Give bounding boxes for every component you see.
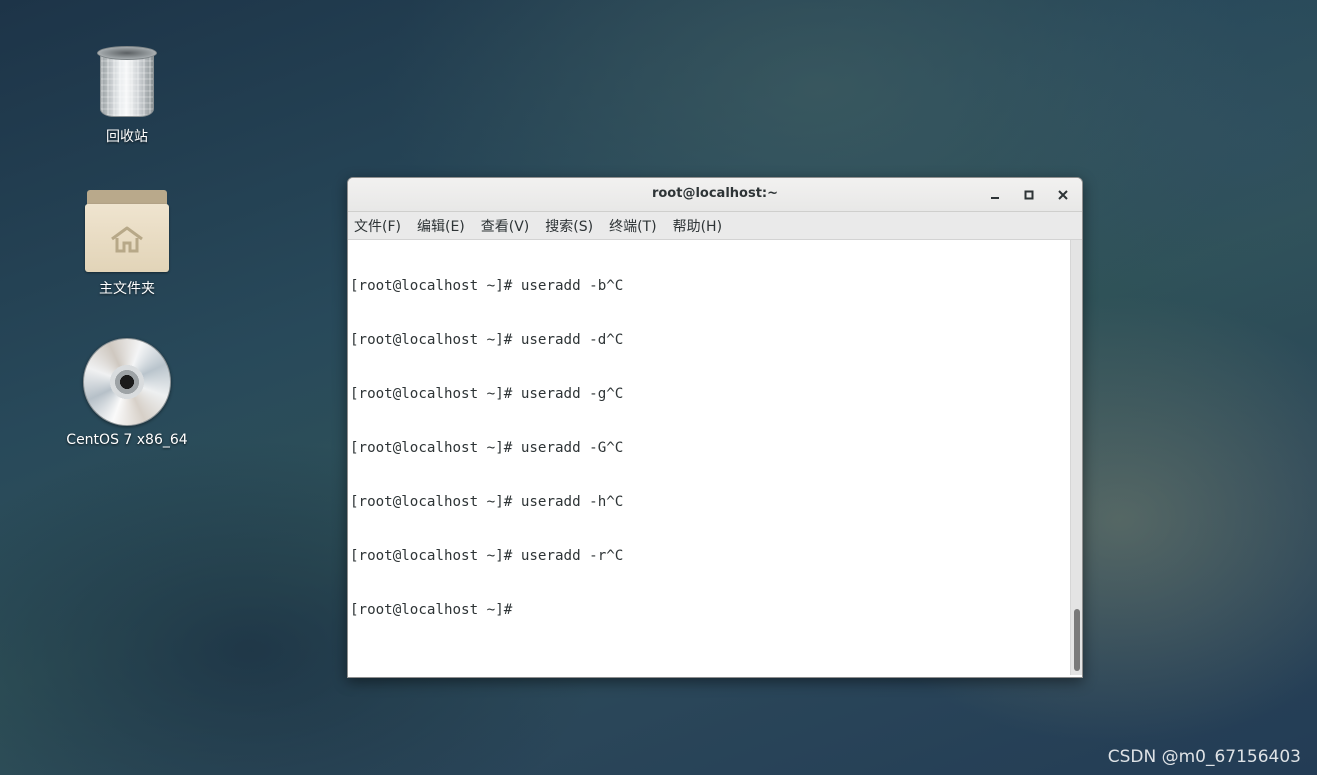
menu-file[interactable]: 文件(F) xyxy=(354,216,401,236)
menu-terminal[interactable]: 终端(T) xyxy=(609,216,656,236)
menu-help[interactable]: 帮助(H) xyxy=(673,216,722,236)
terminal-prompt-line: [root@localhost ~]# xyxy=(350,602,513,618)
desktop-icon-home-folder[interactable]: 主文件夹 xyxy=(62,190,192,298)
terminal-line: [root@localhost ~]# useradd -G^C xyxy=(350,440,624,456)
terminal-window[interactable]: root@localhost:~ 文件(F) 编辑(E) 查看(V) 搜索(S)… xyxy=(347,177,1083,678)
home-folder-icon xyxy=(85,190,169,272)
terminal-output-area[interactable]: [root@localhost ~]# useradd -b^C [root@l… xyxy=(348,240,1082,675)
close-icon xyxy=(1058,190,1068,200)
terminal-line: [root@localhost ~]# useradd -r^C xyxy=(350,548,624,564)
minimize-button[interactable] xyxy=(984,184,1006,206)
desktop-icon-label: CentOS 7 x86_64 xyxy=(66,432,188,448)
maximize-icon xyxy=(1024,190,1034,200)
terminal-line: [root@localhost ~]# useradd -d^C xyxy=(350,332,624,348)
scrollbar[interactable] xyxy=(1070,240,1082,675)
close-button[interactable] xyxy=(1052,184,1074,206)
menu-bar: 文件(F) 编辑(E) 查看(V) 搜索(S) 终端(T) 帮助(H) xyxy=(348,212,1082,240)
desktop-icon-trash[interactable]: 回收站 xyxy=(62,46,192,146)
desktop-icon-centos-disc[interactable]: CentOS 7 x86_64 xyxy=(62,338,192,448)
terminal-output: [root@localhost ~]# useradd -b^C [root@l… xyxy=(350,241,1066,655)
disc-icon xyxy=(83,338,171,426)
menu-search[interactable]: 搜索(S) xyxy=(545,216,593,236)
desktop-icon-label: 回收站 xyxy=(106,129,148,145)
minimize-icon xyxy=(991,197,999,199)
terminal-line: [root@localhost ~]# useradd -g^C xyxy=(350,386,624,402)
watermark: CSDN @m0_67156403 xyxy=(1107,747,1301,767)
trash-icon xyxy=(97,46,157,120)
terminal-line: [root@localhost ~]# useradd -h^C xyxy=(350,494,624,510)
terminal-line: [root@localhost ~]# useradd -b^C xyxy=(350,278,624,294)
desktop-icon-label: 主文件夹 xyxy=(99,281,155,297)
window-titlebar[interactable]: root@localhost:~ xyxy=(348,178,1082,212)
scrollbar-thumb[interactable] xyxy=(1074,609,1080,671)
window-title: root@localhost:~ xyxy=(651,186,779,201)
menu-edit[interactable]: 编辑(E) xyxy=(417,216,465,236)
maximize-button[interactable] xyxy=(1018,184,1040,206)
menu-view[interactable]: 查看(V) xyxy=(481,216,530,236)
